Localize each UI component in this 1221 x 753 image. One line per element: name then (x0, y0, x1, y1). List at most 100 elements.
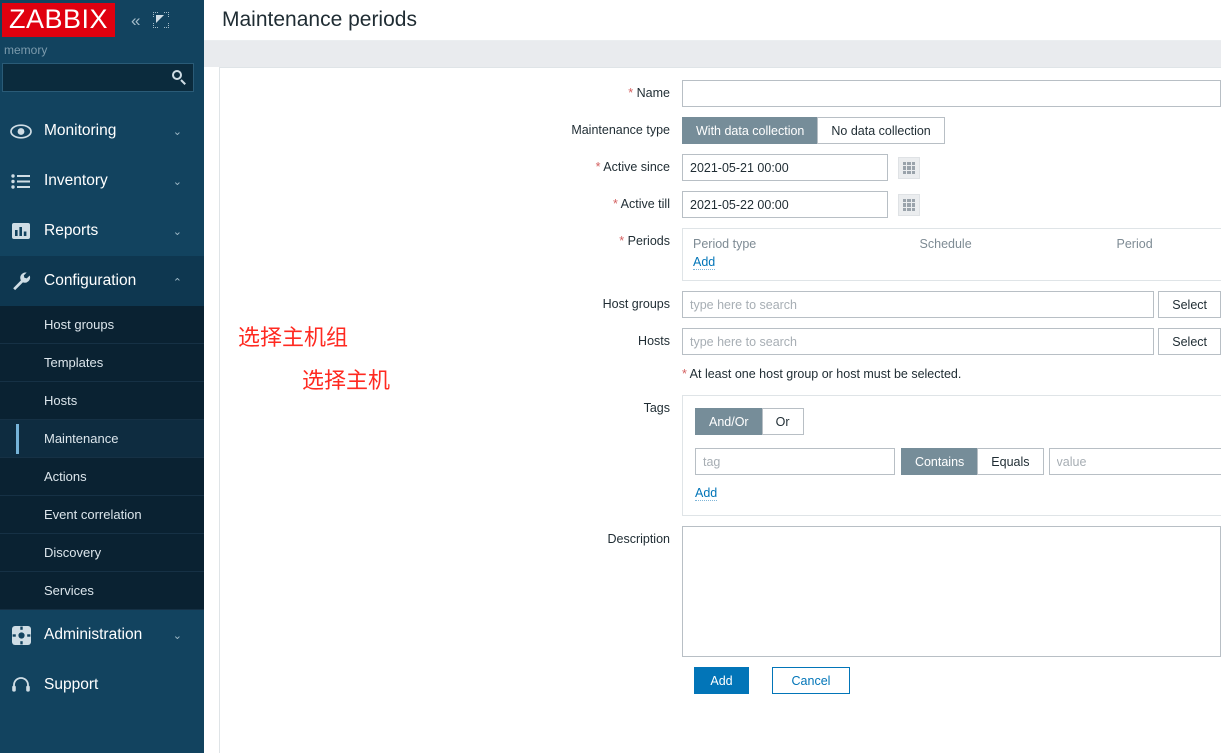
tags-evaltype-and-or[interactable]: And/Or (695, 408, 763, 435)
sidebar-item-label: Configuration (44, 272, 137, 289)
sidebar-item-maintenance[interactable]: Maintenance (0, 420, 204, 458)
sidebar-item-label: Inventory (44, 172, 108, 189)
sidebar-subitem-label: Services (44, 583, 94, 598)
form-row-tags: Tags And/Or Or Contains Equals Remove (220, 395, 1221, 516)
wrench-icon (6, 268, 36, 294)
host-groups-input[interactable] (682, 291, 1155, 318)
add-button[interactable]: Add (694, 667, 749, 694)
form-row-name: * Name (220, 80, 1221, 107)
sidebar-item-label: Reports (44, 222, 99, 239)
hosts-label: Hosts (638, 334, 670, 348)
tag-value-input[interactable] (1048, 448, 1221, 475)
tags-evaltype-or[interactable]: Or (761, 408, 804, 435)
hosts-select-button[interactable]: Select (1158, 328, 1221, 355)
active-till-input[interactable] (682, 191, 888, 218)
sidebar-search-wrap (0, 63, 204, 92)
column-header-schedule: Schedule (919, 237, 972, 251)
tag-name-input[interactable] (695, 448, 895, 475)
zabbix-logo[interactable]: ZABBIX (2, 3, 116, 37)
sidebar-item-support[interactable]: Support (0, 660, 204, 710)
fullscreen-icon[interactable] (152, 12, 169, 28)
cancel-button[interactable]: Cancel (772, 667, 850, 694)
description-label: Description (607, 532, 670, 546)
sidebar-header-icons: « (131, 12, 169, 29)
active-since-label: * Active since (595, 160, 670, 174)
chevron-up-icon: ⌄ (172, 274, 182, 287)
sidebar-item-inventory[interactable]: Inventory ⌄ (0, 156, 204, 206)
chevron-down-icon: ⌄ (172, 225, 182, 238)
form-row-hosts: Hosts Select (220, 328, 1221, 355)
sidebar-nav: Monitoring ⌄ Inventory ⌄ Reports ⌄ Confi… (0, 106, 204, 710)
calendar-icon[interactable] (898, 194, 920, 216)
tag-operator-contains[interactable]: Contains (900, 448, 979, 475)
required-asterisk: * (613, 197, 618, 211)
sidebar-item-label: Monitoring (44, 122, 117, 139)
page-title: Maintenance periods (222, 8, 417, 31)
search-input[interactable] (11, 69, 172, 86)
periods-add-link[interactable]: Add (693, 255, 716, 270)
chevron-down-icon: ⌄ (172, 175, 182, 188)
sidebar-subitem-label: Maintenance (44, 431, 119, 446)
periods-table-header: Period type Schedule Period Action (693, 237, 1221, 255)
hosts-input[interactable] (682, 328, 1155, 355)
main-content: Maintenance periods * Name Maintenance t… (204, 0, 1221, 753)
sidebar-item-actions[interactable]: Actions (0, 458, 204, 496)
host-groups-select-button[interactable]: Select (1158, 291, 1221, 318)
calendar-icon[interactable] (898, 157, 920, 179)
tags-add-link[interactable]: Add (695, 486, 718, 501)
sidebar-subitem-label: Event correlation (44, 507, 142, 522)
chevron-double-left-icon[interactable]: « (131, 12, 140, 29)
page-header: Maintenance periods (204, 0, 1221, 40)
sidebar-item-event-correlation[interactable]: Event correlation (0, 496, 204, 534)
maintenance-form: * Name Maintenance type With data collec… (219, 67, 1221, 753)
app-root: ZABBIX « memory Monitoring ⌄ Inventory ⌄… (0, 0, 1221, 753)
sidebar-item-hosts[interactable]: Hosts (0, 382, 204, 420)
maintenance-type-with-data-collection[interactable]: With data collection (682, 117, 819, 144)
gear-icon (6, 622, 36, 648)
sidebar-subitem-label: Host groups (44, 317, 115, 332)
sidebar-submenu-configuration: Host groups Templates Hosts Maintenance … (0, 306, 204, 610)
sidebar-item-host-groups[interactable]: Host groups (0, 306, 204, 344)
bar-chart-icon (6, 218, 36, 244)
periods-table: Period type Schedule Period Action Add (682, 228, 1221, 281)
column-header-period-type: Period type (693, 237, 757, 251)
form-row-active-since: * Active since (220, 154, 1221, 181)
chevron-down-icon: ⌄ (172, 125, 182, 138)
form-row-hint: * At least one host group or host must b… (220, 365, 1221, 381)
tags-panel: And/Or Or Contains Equals Remove Add (682, 395, 1221, 516)
form-row-active-till: * Active till (220, 191, 1221, 218)
description-textarea[interactable] (682, 526, 1221, 657)
form-row-host-groups: Host groups Select (220, 291, 1221, 318)
sidebar-item-discovery[interactable]: Discovery (0, 534, 204, 572)
form-row-periods: * Periods Period type Schedule Period Ac… (220, 228, 1221, 281)
active-since-input[interactable] (682, 154, 888, 181)
sidebar-item-label: Administration (44, 626, 143, 643)
sidebar-subitem-label: Actions (44, 469, 87, 484)
form-row-description: Description (220, 526, 1221, 657)
required-asterisk: * (682, 367, 687, 381)
tag-row: Contains Equals Remove (695, 448, 1221, 475)
form-footer-buttons: Add Cancel (694, 667, 1221, 694)
maintenance-type-no-data-collection[interactable]: No data collection (817, 117, 945, 144)
tags-evaltype-segmented: And/Or Or (695, 408, 804, 435)
chevron-down-icon: ⌄ (172, 629, 182, 642)
maintenance-type-label: Maintenance type (571, 123, 670, 137)
required-asterisk: * (595, 160, 601, 174)
sidebar-item-label: Support (44, 676, 99, 693)
sidebar-item-templates[interactable]: Templates (0, 344, 204, 382)
name-label: * Name (628, 86, 670, 100)
name-input[interactable] (682, 80, 1221, 107)
content-top-band (204, 41, 1221, 67)
sidebar-item-monitoring[interactable]: Monitoring ⌄ (0, 106, 204, 156)
sidebar-item-configuration[interactable]: Configuration ⌄ (0, 256, 204, 306)
sidebar-item-services[interactable]: Services (0, 572, 204, 610)
search-box[interactable] (2, 63, 194, 92)
tag-operator-segmented: Contains Equals (900, 448, 1044, 475)
sidebar-subitem-label: Discovery (44, 545, 102, 560)
periods-label: * Periods (619, 234, 670, 248)
tag-operator-equals[interactable]: Equals (977, 448, 1044, 475)
sidebar-item-reports[interactable]: Reports ⌄ (0, 206, 204, 256)
form-row-maintenance-type: Maintenance type With data collection No… (220, 117, 1221, 144)
required-asterisk: * (619, 234, 625, 248)
sidebar-item-administration[interactable]: Administration ⌄ (0, 610, 204, 660)
